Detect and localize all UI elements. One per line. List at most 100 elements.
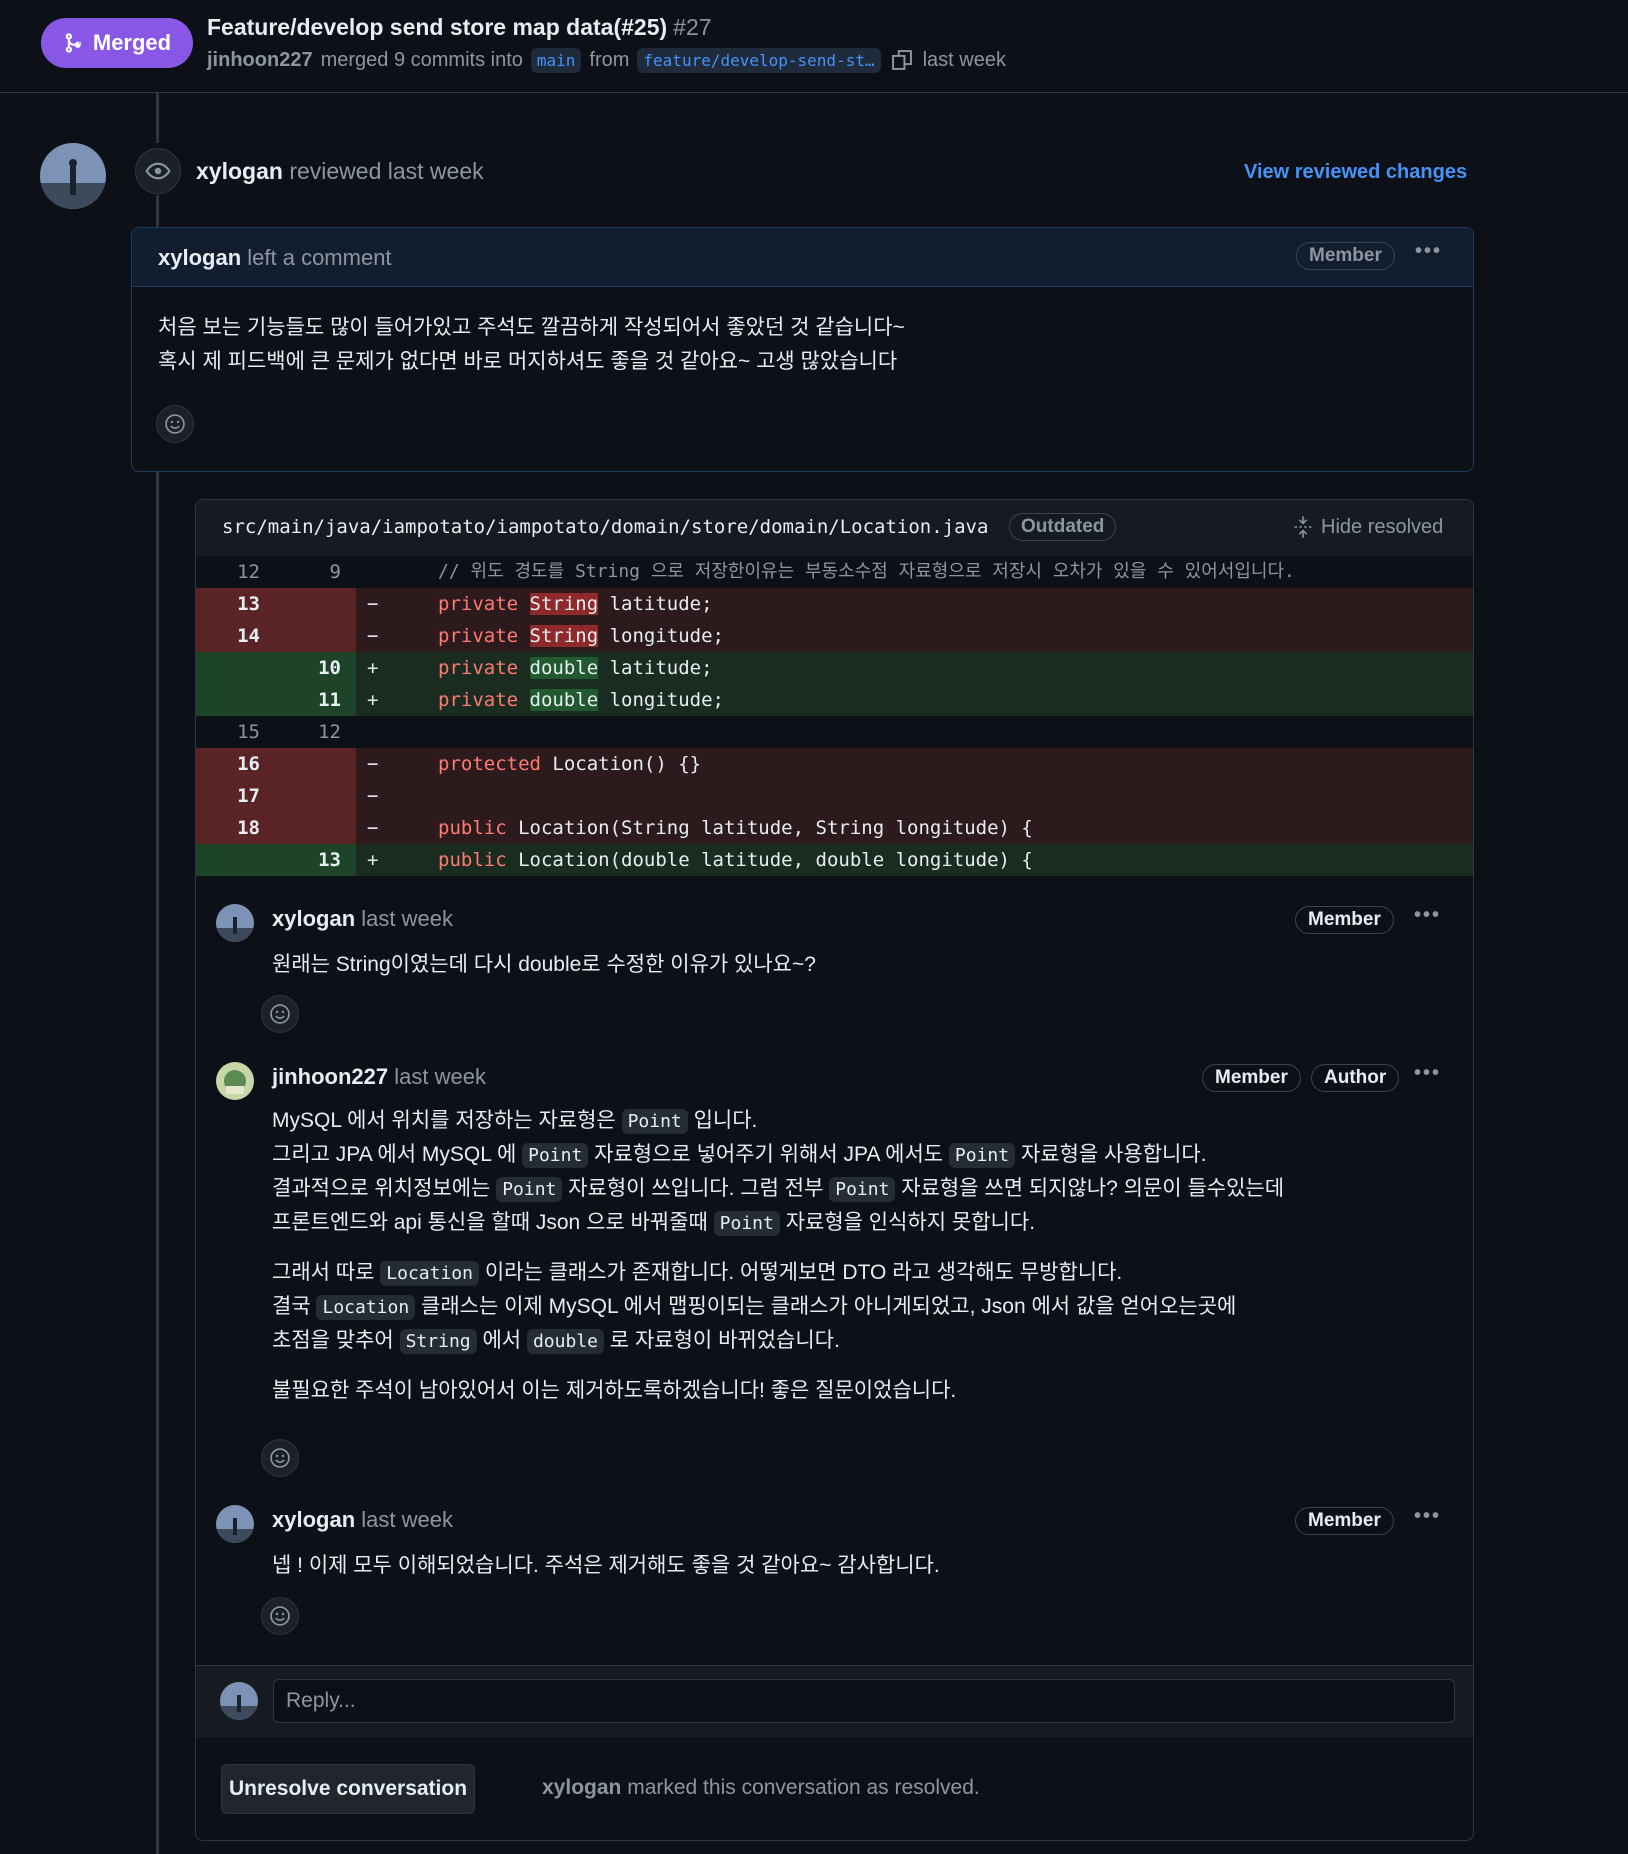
diff-row: 14 − private String longitude; bbox=[196, 620, 1473, 652]
diff-code: private double longitude; bbox=[438, 689, 724, 711]
comment-line: 초점을 맞추어 String 에서 double 로 자료형이 바뀌었습니다. bbox=[272, 1324, 1284, 1358]
inline-code: String bbox=[399, 1329, 477, 1354]
comment-text: 자료형을 사용합니다. bbox=[1015, 1143, 1207, 1166]
member-badge: Member bbox=[1295, 906, 1394, 934]
comment-text: 자료형으로 넣어주기 위해서 JPA 에서도 bbox=[588, 1143, 949, 1166]
comment-user[interactable]: jinhoon227 bbox=[272, 1064, 388, 1089]
pr-time: last week bbox=[922, 48, 1006, 71]
comment-text: 프론트엔드와 api 통신을 할때 Json 으로 바꿔줄때 bbox=[272, 1211, 714, 1234]
comment-line: 그래서 따로 Location 이라는 클래스가 존재합니다. 어떻게보면 DT… bbox=[272, 1256, 1284, 1290]
add-reaction-icon[interactable] bbox=[156, 405, 194, 443]
comment-text: 로 자료형이 바뀌었습니다. bbox=[603, 1329, 840, 1352]
diff-row: 13 − private String latitude; bbox=[196, 588, 1473, 620]
member-badge: Member bbox=[1296, 242, 1395, 270]
diff-sign: + bbox=[367, 689, 379, 711]
diff-sign: − bbox=[367, 785, 379, 807]
old-line-number: 16 bbox=[237, 753, 260, 775]
comment-time[interactable]: last week bbox=[361, 1507, 453, 1532]
avatar[interactable] bbox=[216, 1062, 254, 1100]
base-branch[interactable]: main bbox=[530, 47, 582, 73]
hide-resolved-button[interactable]: Hide resolved bbox=[1293, 515, 1443, 539]
view-reviewed-changes-link[interactable]: View reviewed changes bbox=[1244, 161, 1467, 184]
diff-code: public Location(String latitude, String … bbox=[438, 817, 1033, 839]
review-comment-body: 처음 보는 기능들도 많이 들어가있고 주석도 깔끔하게 작성되어서 좋았던 것… bbox=[132, 287, 1473, 403]
comment-text: 클래스는 이제 MySQL 에서 맵핑이되는 클래스가 아니게되었고, Json… bbox=[415, 1295, 1237, 1318]
diff-code: public Location(double latitude, double … bbox=[438, 849, 1033, 871]
new-line-number: 12 bbox=[318, 721, 341, 743]
new-line-number: 13 bbox=[318, 849, 341, 871]
diff-row: 15 12 bbox=[196, 716, 1473, 748]
diff-sign: + bbox=[367, 849, 379, 871]
old-line-number: 18 bbox=[237, 817, 260, 839]
comment-body: 넵 ! 이제 모두 이해되었습니다. 주석은 제거해도 좋을 것 같아요~ 감사… bbox=[272, 1554, 940, 1577]
pr-author-link[interactable]: jinhoon227 bbox=[207, 49, 313, 72]
inline-code: double bbox=[526, 1329, 604, 1354]
thread-file-header: src/main/java/iampotato/iampotato/domain… bbox=[196, 500, 1473, 556]
inline-code: Location bbox=[380, 1261, 479, 1286]
diff-row: 16 − protected Location() {} bbox=[196, 748, 1473, 780]
inline-code: Point bbox=[496, 1177, 563, 1202]
comment-text: 그리고 JPA 에서 MySQL 에 bbox=[272, 1143, 523, 1166]
review-user[interactable]: xylogan bbox=[196, 158, 283, 184]
comment-body: 원래는 String이였는데 다시 double로 수정한 이유가 있나요~? bbox=[272, 953, 816, 976]
comment-text: 자료형을 인식하지 못합니다. bbox=[779, 1211, 1036, 1234]
review-comment-line: 혹시 제 피드백에 큰 문제가 없다면 바로 머지하셔도 좋을 것 같아요~ 고… bbox=[158, 350, 898, 373]
diff-row: 10 + private double latitude; bbox=[196, 652, 1473, 684]
add-reaction-icon[interactable] bbox=[261, 1597, 299, 1635]
comment-text: MySQL 에서 위치를 저장하는 자료형은 bbox=[272, 1109, 622, 1132]
comment-time[interactable]: last week bbox=[394, 1064, 486, 1089]
reply-input[interactable]: Reply... bbox=[273, 1679, 1455, 1723]
resolved-user[interactable]: xylogan bbox=[542, 1776, 621, 1799]
review-comment-header: xylogan left a comment Member ••• bbox=[132, 228, 1473, 287]
unresolve-conversation-button[interactable]: Unresolve conversation bbox=[221, 1764, 475, 1814]
pr-merged-text: merged 9 commits into bbox=[320, 48, 523, 71]
comment-line: 프론트엔드와 api 통신을 할때 Json 으로 바꿔줄때 Point 자료형… bbox=[272, 1206, 1284, 1240]
timeline-line bbox=[156, 195, 159, 227]
inline-code: Point bbox=[522, 1143, 589, 1168]
review-comment-line: 처음 보는 기능들도 많이 들어가있고 주석도 깔끔하게 작성되어서 좋았던 것… bbox=[158, 316, 905, 339]
comment-time[interactable]: last week bbox=[361, 906, 453, 931]
review-time[interactable]: last week bbox=[388, 158, 484, 184]
head-branch[interactable]: feature/develop-send-st… bbox=[637, 47, 881, 73]
member-badge: Member bbox=[1202, 1064, 1301, 1092]
more-options-icon[interactable]: ••• bbox=[1414, 904, 1441, 927]
eye-icon bbox=[135, 148, 181, 194]
more-options-icon[interactable]: ••• bbox=[1414, 1062, 1441, 1085]
diff-row: 18 − public Location(String latitude, Stri… bbox=[196, 812, 1473, 844]
avatar[interactable] bbox=[216, 1505, 254, 1543]
review-thread: src/main/java/iampotato/iampotato/domain… bbox=[195, 499, 1474, 1841]
review-comment-author: xylogan left a comment bbox=[158, 245, 392, 271]
add-reaction-icon[interactable] bbox=[261, 1439, 299, 1477]
diff-sign: + bbox=[367, 657, 379, 679]
comment-user[interactable]: xylogan bbox=[272, 1507, 355, 1532]
avatar[interactable] bbox=[40, 143, 106, 209]
pr-meta: jinhoon227 merged 9 commits into main fr… bbox=[207, 47, 1006, 73]
comment-user[interactable]: xylogan bbox=[272, 906, 355, 931]
file-path[interactable]: src/main/java/iampotato/iampotato/domain… bbox=[222, 516, 988, 538]
timeline-line bbox=[156, 93, 159, 143]
resolved-text: marked this conversation as resolved. bbox=[627, 1776, 980, 1799]
diff-code: private String latitude; bbox=[438, 593, 713, 615]
comment-header: xylogan last week bbox=[272, 906, 453, 932]
comment-body: MySQL 에서 위치를 저장하는 자료형은 Point 입니다. 그리고 JPA… bbox=[272, 1104, 1284, 1408]
old-line-number: 12 bbox=[237, 561, 260, 583]
diff-row: 13 + public Location(double latitude, doub… bbox=[196, 844, 1473, 876]
more-options-icon[interactable]: ••• bbox=[1414, 1505, 1441, 1528]
more-options-icon[interactable]: ••• bbox=[1415, 240, 1442, 263]
copy-icon[interactable] bbox=[889, 47, 915, 73]
review-comment-user[interactable]: xylogan bbox=[158, 245, 241, 270]
pr-header: Merged Feature/develop send store map da… bbox=[0, 0, 1628, 93]
outdated-badge: Outdated bbox=[1009, 513, 1117, 541]
inline-code: Point bbox=[829, 1177, 896, 1202]
comment-text: 결과적으로 위치정보에는 bbox=[272, 1177, 497, 1200]
diff-sign: − bbox=[367, 753, 379, 775]
diff-sign: − bbox=[367, 625, 379, 647]
add-reaction-icon[interactable] bbox=[261, 995, 299, 1033]
merge-icon bbox=[65, 33, 82, 53]
diff-code: // 위도 경도를 String 으로 저장한이유는 부동소수점 자료형으로 저… bbox=[438, 561, 1295, 582]
old-line-number: 17 bbox=[237, 785, 260, 807]
comment-header: jinhoon227 last week bbox=[272, 1064, 486, 1090]
timeline-line bbox=[156, 472, 159, 1854]
avatar[interactable] bbox=[216, 904, 254, 942]
comment-text: 입니다. bbox=[687, 1109, 758, 1132]
